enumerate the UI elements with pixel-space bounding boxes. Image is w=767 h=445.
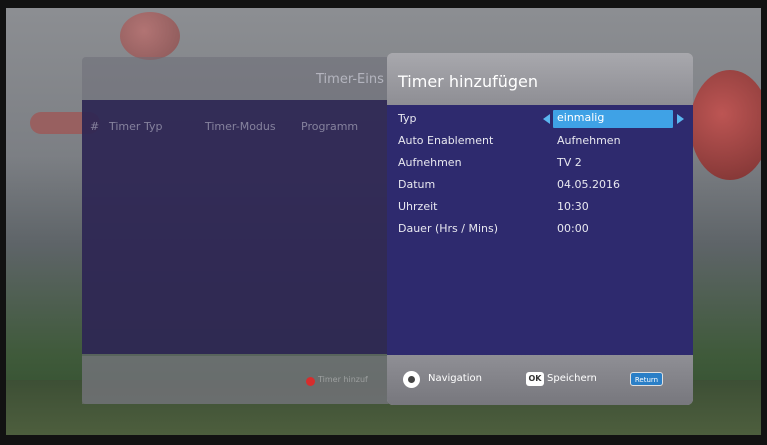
background-decoration [690,70,767,180]
arrow-left-icon[interactable] [543,114,550,124]
dialog-footer: Navigation OK Speichern Return [387,355,693,405]
dialog-header: Timer hinzufügen [387,53,693,105]
row-value: 04.05.2016 [557,178,620,191]
dialog-body: Typ einmalig Auto Enablement Aufnehmen A… [387,105,693,355]
row-label: Typ [398,112,417,125]
row-label: Datum [398,178,436,191]
return-button-icon: Return [630,372,663,386]
navigation-label: Navigation [428,373,482,384]
timer-list-body [82,100,388,354]
row-value: 00:00 [557,222,589,235]
tv-screen: Timer-Eins # Timer Typ Timer-Modus Progr… [0,0,767,445]
row-label: Auto Enablement [398,134,494,147]
row-label: Dauer (Hrs / Mins) [398,222,499,235]
red-button-icon [306,377,315,386]
ok-button-icon: OK [526,372,544,386]
save-label: Speichern [547,373,597,384]
row-aufnehmen[interactable]: Aufnehmen TV 2 [387,152,693,174]
timer-list-title: Timer-Eins [316,72,384,87]
row-datum[interactable]: Datum 04.05.2016 [387,174,693,196]
row-label: Aufnehmen [398,156,462,169]
row-label: Uhrzeit [398,200,438,213]
add-timer-hint: Timer hinzuf [318,375,368,384]
screen-border [761,0,767,445]
arrow-right-icon[interactable] [677,114,684,124]
row-value: einmalig [557,111,605,124]
column-header-timer-mode: Timer-Modus [205,120,276,133]
add-timer-dialog: Timer hinzufügen Typ einmalig Auto Enabl… [387,53,693,405]
timer-list-footer: Timer hinzuf [82,356,388,404]
column-header-number: # [90,120,100,133]
row-auto-enablement[interactable]: Auto Enablement Aufnehmen [387,130,693,152]
row-value: TV 2 [557,156,582,169]
typ-selector[interactable]: einmalig [553,110,673,128]
row-value: Aufnehmen [557,134,621,147]
navigation-icon [403,371,420,388]
row-value: 10:30 [557,200,589,213]
dialog-title: Timer hinzufügen [398,72,538,91]
row-uhrzeit[interactable]: Uhrzeit 10:30 [387,196,693,218]
row-typ[interactable]: Typ einmalig [387,108,693,130]
screen-border [0,435,767,445]
row-dauer[interactable]: Dauer (Hrs / Mins) 00:00 [387,218,693,240]
screen-border [0,0,6,445]
column-header-timer-type: Timer Typ [109,120,163,133]
screen-border [0,0,767,8]
background-decoration [120,12,180,60]
column-header-program: Programm [301,120,359,133]
